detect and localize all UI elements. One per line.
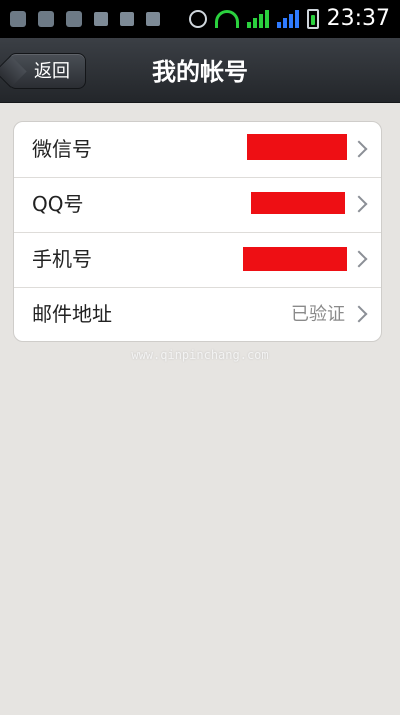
list-item-label: 手机号 [32,247,92,271]
sync-icon [188,10,207,28]
sd-card-icon [120,12,134,26]
chevron-right-icon [350,140,368,158]
account-settings-list: 微信号 QQ号 手机号 邮件地址 已验证 [13,121,382,342]
redaction-block [247,134,347,160]
navigation-bar: 返回 我的帐号 [0,38,400,103]
status-time: 23:37 [326,6,390,31]
notification-icon [10,11,26,27]
chevron-right-icon [350,195,368,213]
status-bar: 23:37 [0,0,400,38]
list-item-label: 邮件地址 [32,302,112,326]
email-verified-status: 已验证 [291,304,345,325]
list-item-label: 微信号 [32,137,92,161]
list-item-label: QQ号 [32,192,84,216]
status-system-icons: 23:37 [188,6,390,32]
signal-bars-icon [246,10,269,28]
battery-icon [306,9,319,29]
signal-bars-icon [276,10,299,28]
list-item-qq-number[interactable]: QQ号 [14,177,381,233]
list-item-phone-number[interactable]: 手机号 [14,232,381,288]
notification-icon [38,11,54,27]
chevron-right-icon [350,250,368,268]
usb-icon [94,12,108,26]
chevron-right-icon [350,305,368,323]
watermark: www.qinpinchang.com [131,348,269,362]
notification-icon [66,11,82,27]
wifi-icon [214,10,239,28]
notification-icon [146,12,160,26]
redaction-block [243,247,347,271]
status-notification-icons [10,8,160,30]
list-item-email-address[interactable]: 邮件地址 已验证 [14,287,381,341]
list-item-wechat-id[interactable]: 微信号 [14,122,381,178]
page-title: 我的帐号 [152,58,248,86]
redaction-block [251,192,345,214]
